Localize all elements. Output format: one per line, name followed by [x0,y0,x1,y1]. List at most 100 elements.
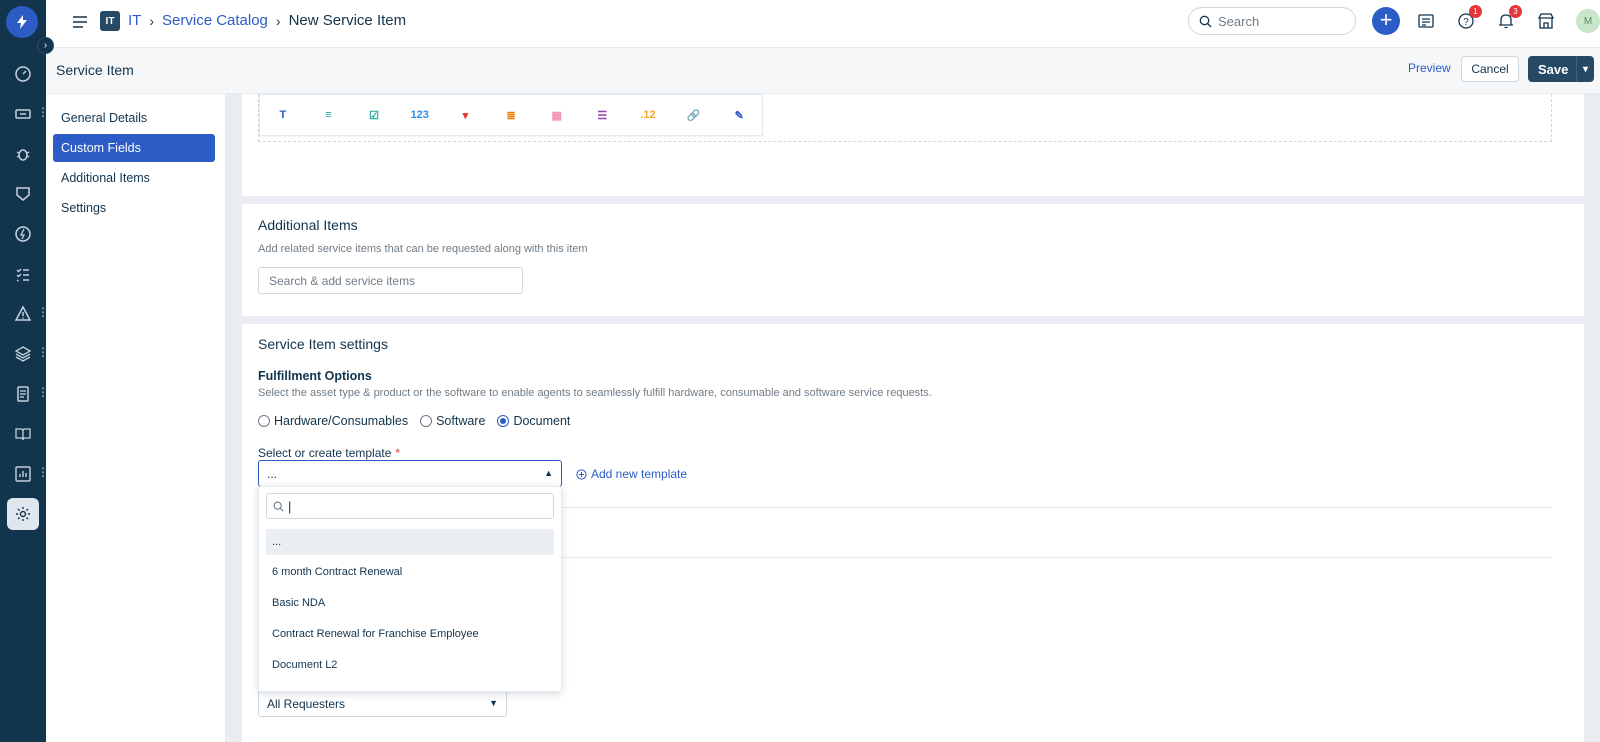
add-circle-icon [576,468,587,480]
section-nav-additional-items[interactable]: Additional Items [53,164,215,192]
dropdown-option[interactable]: Document L2 [266,652,554,678]
additional-items-card: Additional Items Add related service ite… [242,204,1584,316]
template-select-value: ... [267,466,278,481]
add-new-template-link[interactable]: Add new template [576,467,687,481]
template-field-label: Select or create template * [258,446,400,460]
alerts-icon[interactable] [7,298,39,330]
requesters-select-value: All Requesters [267,696,346,711]
global-search-input[interactable]: Search [1188,7,1356,35]
tickets-icon[interactable] [7,98,39,130]
solutions-book-icon[interactable] [7,418,39,450]
settings-title: Service Item settings [258,336,388,352]
expand-nav-icon[interactable]: › [37,37,54,54]
new-item-plus-button[interactable]: + [1372,7,1400,35]
breadcrumb-separator-icon: › [275,12,281,29]
radio-document[interactable]: Document [497,414,570,428]
svg-text:?: ? [1463,17,1469,28]
left-nav: › ⋮ ⋮ ⋮ ⋮ ⋮ [0,0,54,742]
top-bar: IT IT › Service Catalog › New Service It… [46,0,1600,48]
search-icon [1199,15,1212,27]
save-options-chevron-icon[interactable]: ▾ [1576,56,1594,82]
page-header: Service Item Preview Cancel Save ▾ [46,48,1600,94]
tasks-icon[interactable] [7,258,39,290]
breadcrumb-service-catalog[interactable]: Service Catalog [162,12,268,29]
dashboard-icon[interactable] [7,58,39,90]
user-avatar[interactable]: M [1576,9,1600,33]
radio-software[interactable]: Software [420,414,485,428]
field-type-toolbar: T ≡ ☑ 123 ▾ ≣ ▦ ☰ .12 🔗 ✎ [259,94,763,136]
radio-button-selected-icon[interactable] [497,415,510,427]
breadcrumb: IT › Service Catalog › New Service Item [128,12,406,29]
service-items-search-input[interactable]: Search & add service items [258,267,523,294]
dropdown-option[interactable]: ... [266,529,554,555]
hamburger-menu-icon[interactable] [72,14,90,30]
section-nav-custom-fields[interactable]: Custom Fields [53,134,215,162]
alerts-more-icon[interactable]: ⋮ [37,306,49,318]
edit-icon[interactable]: ✎ [716,94,762,136]
text-cursor: | [288,498,292,514]
changes-icon[interactable] [7,178,39,210]
text-icon[interactable]: T [260,94,306,136]
save-button[interactable]: Save ▾ [1528,56,1594,82]
help-icon[interactable]: ? 1 [1452,5,1482,35]
field-drop-zone[interactable]: T ≡ ☑ 123 ▾ ≣ ▦ ☰ .12 🔗 ✎ [258,94,1552,142]
radio-button-icon[interactable] [258,415,270,427]
number-icon[interactable]: 123 [397,94,443,136]
link-icon[interactable]: 🔗 [671,94,717,136]
paragraph-icon[interactable]: ≡ [306,94,352,136]
contracts-icon[interactable] [7,378,39,410]
dropdown-option[interactable]: 6 month Contract Renewal [266,559,554,585]
section-nav-settings[interactable]: Settings [53,194,215,222]
tickets-more-icon[interactable]: ⋮ [37,106,49,118]
date-icon[interactable]: ▦ [534,94,580,136]
template-label-text: Select or create template [258,446,392,460]
notifications-bell-icon[interactable]: 3 [1492,5,1522,35]
chevron-down-icon: ▼ [489,698,498,708]
breadcrumb-current: New Service Item [288,12,407,29]
checkbox-icon[interactable]: ☑ [351,94,397,136]
freshservice-logo[interactable] [6,6,38,38]
store-icon[interactable] [1532,7,1560,35]
breadcrumb-it[interactable]: IT [128,12,141,29]
radio-label: Document [513,414,571,428]
search-icon [273,501,284,512]
requesters-select[interactable]: All Requesters ▼ [258,690,507,717]
template-dropdown-menu: | ... 6 month Contract Renewal Basic NDA… [258,486,562,692]
cancel-button[interactable]: Cancel [1461,56,1519,82]
assets-more-icon[interactable]: ⋮ [37,346,49,358]
contracts-more-icon[interactable]: ⋮ [37,386,49,398]
dropdown-icon[interactable]: ▾ [443,94,489,136]
radio-label: Software [436,414,486,428]
main-content: T ≡ ☑ 123 ▾ ≣ ▦ ☰ .12 🔗 ✎ Additional Items Add rel… [226,94,1600,742]
dropdown-option[interactable]: Contract Renewal for Franchise Employee [266,621,554,647]
reports-icon[interactable] [7,458,39,490]
help-count-badge: 1 [1469,5,1482,18]
preview-link[interactable]: Preview [1408,61,1451,75]
add-new-template-label: Add new template [591,467,688,481]
section-nav-general-details[interactable]: General Details [53,104,215,132]
fulfillment-radio-group: Hardware/Consumables Software Document [258,414,582,428]
template-select[interactable]: ... ▲ [258,460,562,487]
multi-select-icon[interactable]: ≣ [488,94,534,136]
nested-field-icon[interactable]: ☰ [579,94,625,136]
assets-layers-icon[interactable] [7,338,39,370]
section-nav: General Details Custom Fields Additional… [46,94,226,742]
fulfillment-options-label: Fulfillment Options [258,369,372,383]
template-dropdown-search-input[interactable]: | [266,493,554,519]
additional-items-hint: Add related service items that can be re… [258,243,588,255]
reports-more-icon[interactable]: ⋮ [37,466,49,478]
releases-icon[interactable] [7,218,39,250]
problems-bug-icon[interactable] [7,138,39,170]
page-title: Service Item [56,62,134,78]
dropdown-option[interactable]: Basic NDA [266,590,554,616]
notification-count-badge: 3 [1509,5,1522,18]
save-button-label: Save [1538,61,1569,77]
approvals-icon[interactable] [1412,7,1440,35]
decimal-icon[interactable]: .12 [625,94,671,136]
required-asterisk: * [395,446,401,460]
radio-hardware-consumables[interactable]: Hardware/Consumables [258,414,408,428]
service-item-settings-card: Service Item settings Fulfillment Option… [242,324,1584,742]
search-placeholder: Search [1218,13,1260,29]
radio-button-icon[interactable] [420,415,433,427]
admin-gear-icon[interactable] [7,498,39,530]
